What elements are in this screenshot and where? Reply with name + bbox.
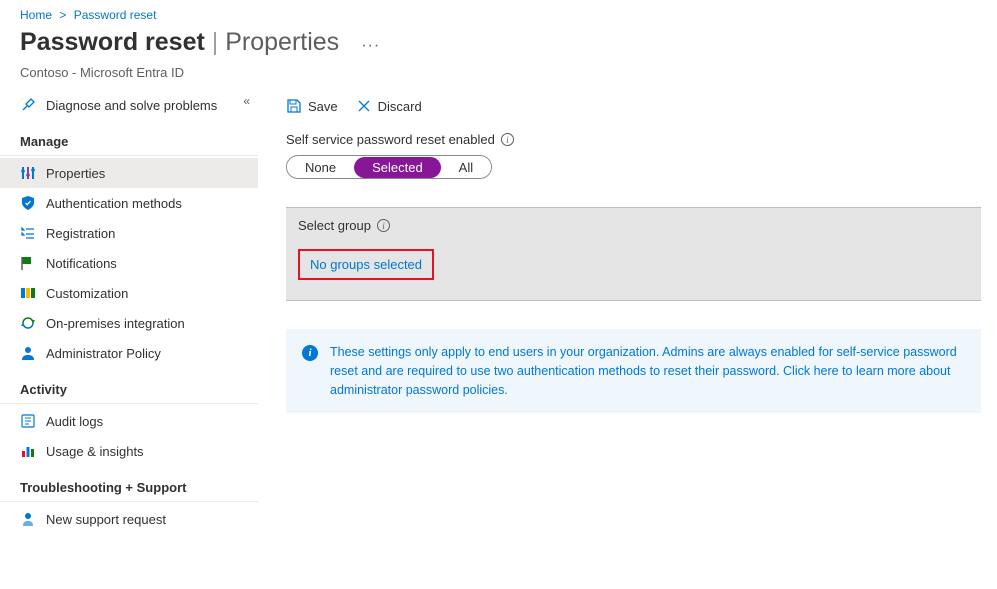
discard-label: Discard <box>378 99 422 114</box>
sspr-label: Self service password reset enabled <box>286 132 495 147</box>
support-icon <box>20 511 36 527</box>
breadcrumb-current[interactable]: Password reset <box>74 8 157 22</box>
sidebar-item-label: Audit logs <box>46 414 103 429</box>
checklist-icon <box>20 225 36 241</box>
palette-icon <box>20 285 36 301</box>
main-content: Save Discard Self service password reset… <box>258 90 997 554</box>
save-label: Save <box>308 99 338 114</box>
breadcrumb-separator: > <box>59 8 66 22</box>
sidebar-item-audit-logs[interactable]: Audit logs <box>0 406 258 436</box>
sidebar-item-label: Notifications <box>46 256 117 271</box>
sidebar-item-notifications[interactable]: Notifications <box>0 248 258 278</box>
info-filled-icon: i <box>302 345 318 361</box>
more-actions-button[interactable]: ··· <box>361 37 380 55</box>
shield-icon <box>20 195 36 211</box>
sidebar-item-label: Properties <box>46 166 105 181</box>
sliders-icon <box>20 165 36 181</box>
tenant-label: Contoso - Microsoft Entra ID <box>0 65 997 90</box>
page-subtitle: Properties <box>225 28 339 56</box>
tools-icon <box>20 97 36 113</box>
sidebar-item-label: Registration <box>46 226 115 241</box>
sidebar-item-support[interactable]: New support request <box>0 504 258 534</box>
sidebar-item-label: New support request <box>46 512 166 527</box>
save-button[interactable]: Save <box>286 98 338 114</box>
sspr-segmented-control: None Selected All <box>286 155 492 179</box>
save-icon <box>286 98 302 114</box>
sidebar-item-label: On-premises integration <box>46 316 185 331</box>
sidebar-item-diagnose[interactable]: Diagnose and solve problems <box>0 90 258 120</box>
select-group-label-row: Select group i <box>298 218 969 233</box>
close-icon <box>356 98 372 114</box>
sidebar-item-label: Administrator Policy <box>46 346 161 361</box>
sidebar-section-activity: Activity <box>0 368 258 404</box>
sidebar-item-properties[interactable]: Properties <box>0 158 258 188</box>
sidebar-item-onprem[interactable]: On-premises integration <box>0 308 258 338</box>
sync-icon <box>20 315 36 331</box>
no-groups-link[interactable]: No groups selected <box>310 257 422 272</box>
sidebar-item-label: Authentication methods <box>46 196 182 211</box>
seg-opt-all[interactable]: All <box>441 157 491 178</box>
title-separator: | <box>212 28 219 56</box>
sidebar-item-registration[interactable]: Registration <box>0 218 258 248</box>
select-group-label: Select group <box>298 218 371 233</box>
seg-opt-selected[interactable]: Selected <box>354 157 441 178</box>
sidebar-section-manage: Manage <box>0 120 258 156</box>
no-groups-highlight: No groups selected <box>298 249 434 280</box>
notice-text[interactable]: These settings only apply to end users i… <box>330 343 965 399</box>
sspr-label-row: Self service password reset enabled i <box>286 132 981 147</box>
toolbar: Save Discard <box>286 90 981 132</box>
bar-chart-icon <box>20 443 36 459</box>
sidebar-section-troubleshoot: Troubleshooting + Support <box>0 466 258 502</box>
collapse-sidebar-button[interactable]: « <box>243 94 250 108</box>
admin-icon <box>20 345 36 361</box>
sidebar-item-label: Diagnose and solve problems <box>46 98 217 113</box>
sidebar-item-label: Usage & insights <box>46 444 144 459</box>
sidebar-item-customization[interactable]: Customization <box>0 278 258 308</box>
sidebar-item-auth-methods[interactable]: Authentication methods <box>0 188 258 218</box>
sidebar-item-admin-policy[interactable]: Administrator Policy <box>0 338 258 368</box>
select-group-block: Select group i No groups selected <box>286 207 981 301</box>
discard-button[interactable]: Discard <box>356 98 422 114</box>
info-icon[interactable]: i <box>501 133 514 146</box>
page-header: Password reset | Properties ··· <box>0 26 997 65</box>
sidebar: « Diagnose and solve problems Manage Pro… <box>0 90 258 554</box>
info-icon[interactable]: i <box>377 219 390 232</box>
sidebar-item-label: Customization <box>46 286 128 301</box>
seg-opt-none[interactable]: None <box>287 157 354 178</box>
breadcrumb: Home > Password reset <box>0 0 997 26</box>
breadcrumb-home[interactable]: Home <box>20 8 52 22</box>
page-title: Password reset <box>20 28 205 56</box>
flag-icon <box>20 255 36 271</box>
sidebar-item-usage[interactable]: Usage & insights <box>0 436 258 466</box>
logs-icon <box>20 413 36 429</box>
info-notice: i These settings only apply to end users… <box>286 329 981 413</box>
